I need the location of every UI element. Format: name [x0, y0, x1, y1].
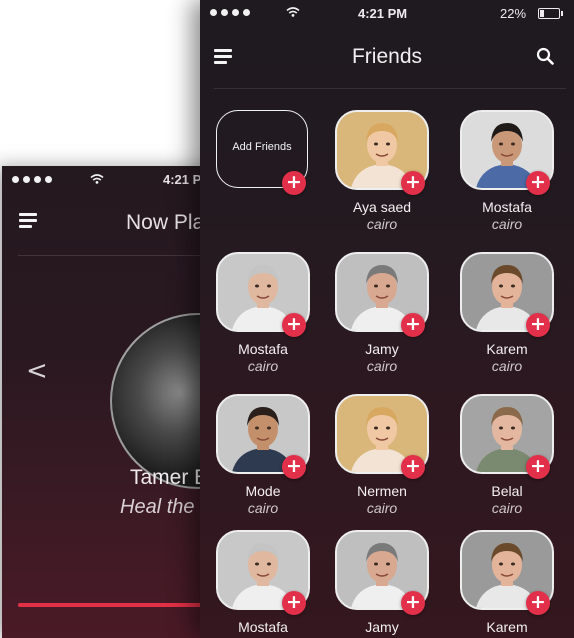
friend-name: Belal [491, 483, 523, 499]
divider [18, 255, 228, 256]
friend-city: cairo [491, 216, 523, 232]
friend-name: Jamy [365, 619, 399, 635]
divider [214, 88, 566, 89]
add-icon[interactable]: + [282, 171, 306, 195]
now-playing-screen: 4:21 PM Now Pla < Tamer E Heal the [2, 166, 232, 638]
add-friend-icon[interactable]: + [401, 591, 425, 615]
progress-fill [18, 603, 222, 607]
previous-icon[interactable]: < [26, 356, 48, 386]
add-friend-icon[interactable]: + [526, 313, 550, 337]
add-friend-icon[interactable]: + [526, 591, 550, 615]
add-friends-label: Add Friends [232, 141, 292, 153]
wifi-icon [90, 174, 104, 184]
add-friend-icon[interactable]: + [401, 313, 425, 337]
add-friend-icon[interactable]: + [526, 171, 550, 195]
search-icon[interactable] [536, 47, 554, 65]
status-time: 4:21 PM [358, 6, 408, 21]
add-friend-icon[interactable]: + [401, 455, 425, 479]
friend-name: Karem [486, 619, 528, 635]
friend-city: cairo [247, 500, 279, 516]
signal-dots-icon [210, 9, 250, 16]
add-friend-icon[interactable]: + [526, 455, 550, 479]
song-title: Heal the [120, 496, 195, 518]
battery-percent: 22% [500, 6, 527, 21]
add-friend-icon[interactable]: + [282, 455, 306, 479]
friend-city: cairo [491, 358, 523, 374]
friend-city: cairo [366, 358, 398, 374]
friend-name: Karem [486, 341, 528, 357]
friend-name: Mostafa [238, 619, 288, 635]
add-friend-icon[interactable]: + [401, 171, 425, 195]
add-friend-icon[interactable]: + [282, 313, 306, 337]
friend-name: Mostafa [238, 341, 288, 357]
friend-name: Mode [245, 483, 281, 499]
page-title: Friends [351, 45, 423, 68]
signal-dots-icon [12, 176, 52, 183]
friend-name: Aya saed [352, 199, 412, 215]
friend-name: Nermen [357, 483, 407, 499]
friends-screen: 4:21 PM 22% Friends Add Friends + + Aya s… [200, 0, 574, 638]
friend-city: cairo [491, 500, 523, 516]
friend-city: cairo [366, 216, 398, 232]
page-title: Now Pla [126, 211, 205, 234]
battery-icon [538, 8, 563, 19]
wifi-icon [286, 7, 300, 17]
status-bar: 4:21 PM [2, 166, 232, 194]
friend-name: Jamy [365, 341, 399, 357]
friend-city: cairo [366, 500, 398, 516]
artist-name: Tamer E [130, 466, 209, 489]
status-bar: 4:21 PM 22% [200, 0, 574, 26]
friend-name: Mostafa [482, 199, 532, 215]
add-friend-icon[interactable]: + [282, 591, 306, 615]
friend-city: cairo [247, 358, 279, 374]
menu-icon[interactable] [19, 213, 37, 229]
